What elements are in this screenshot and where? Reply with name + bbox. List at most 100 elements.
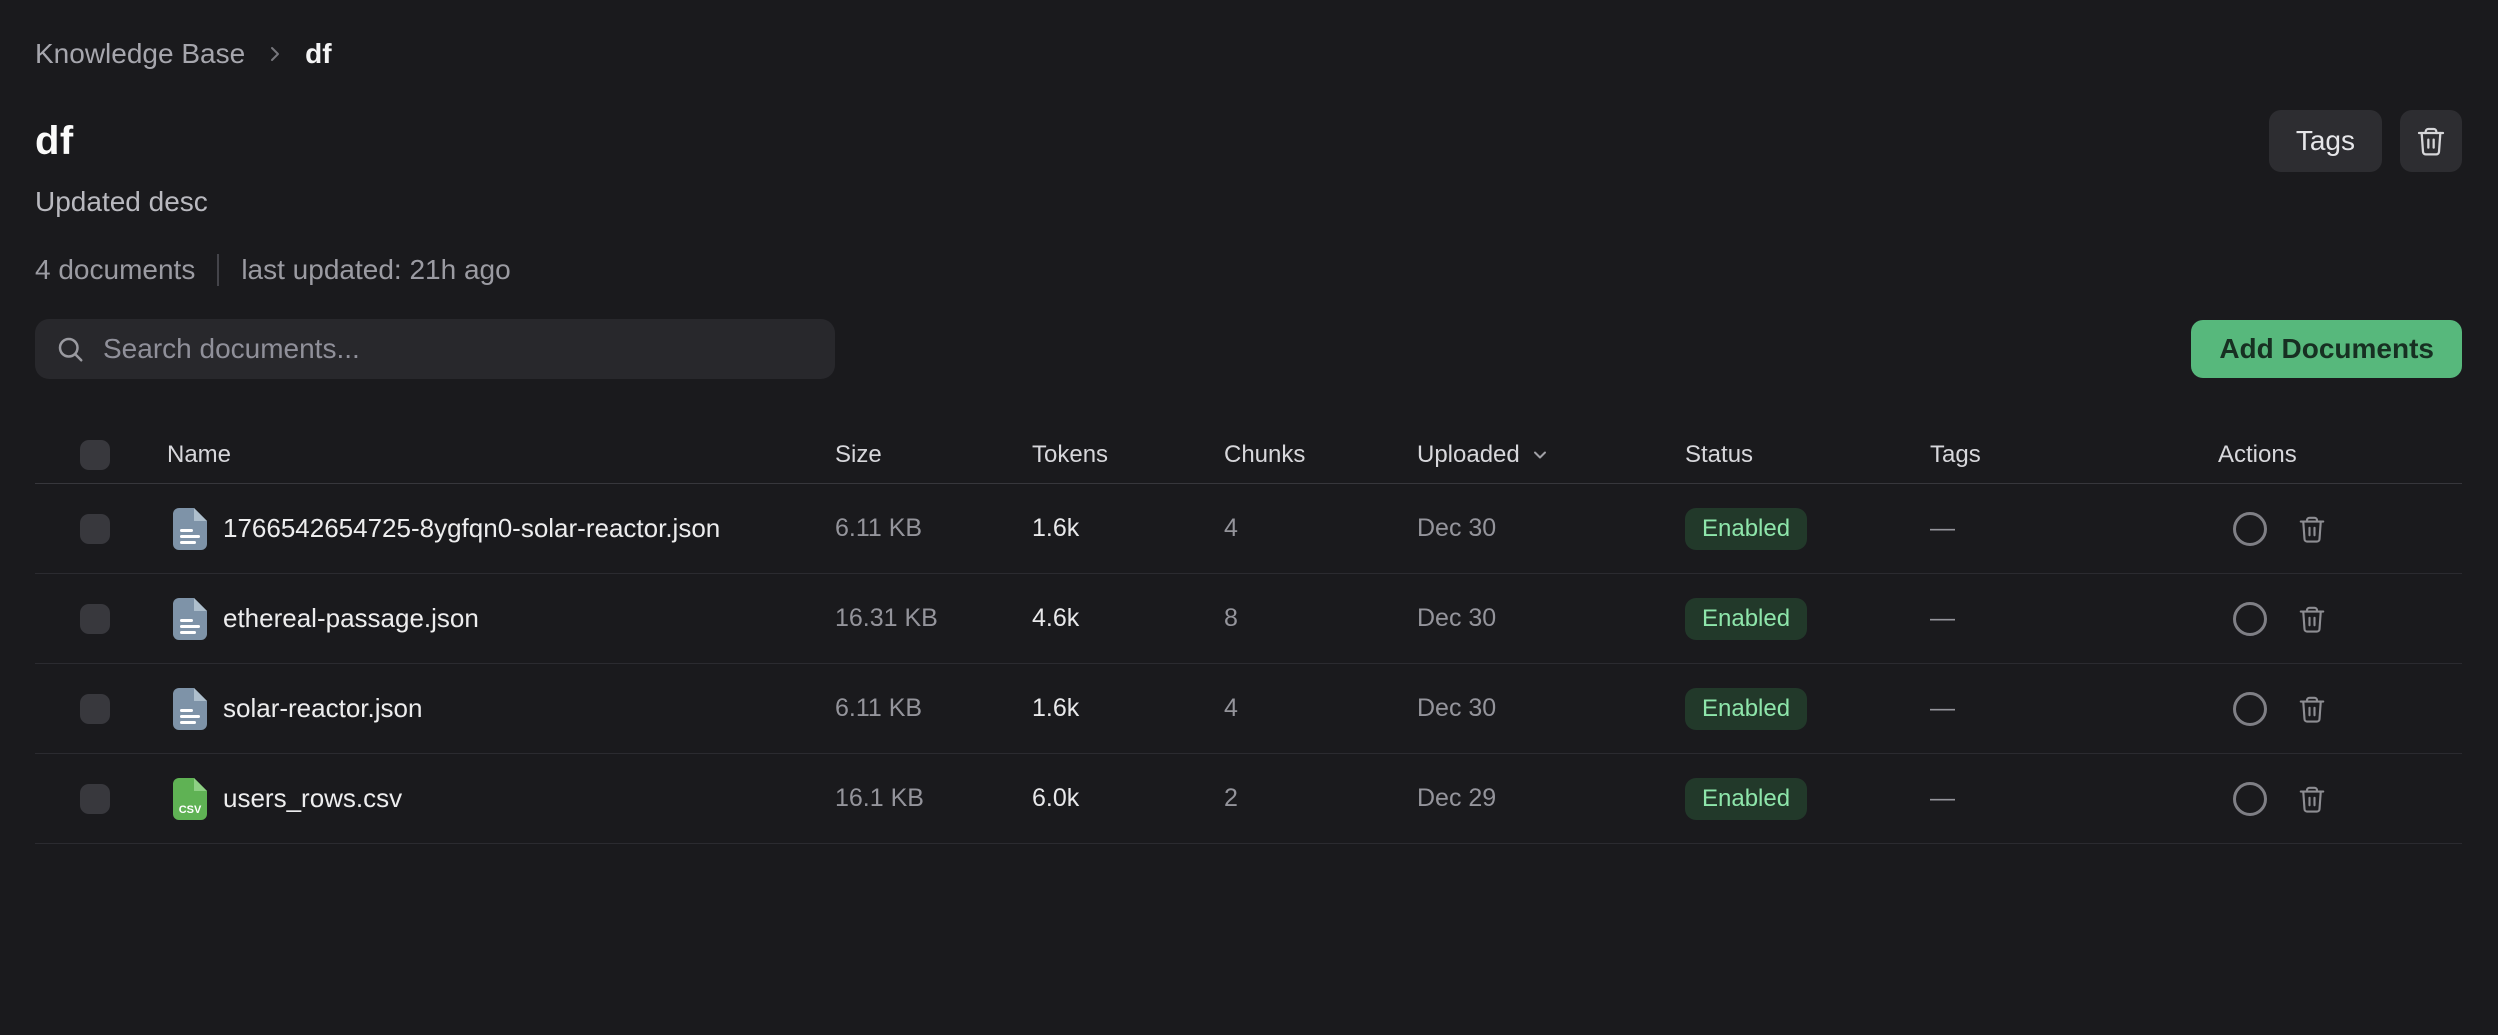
tags-button[interactable]: Tags — [2269, 110, 2382, 172]
documents-count: 4 documents — [35, 254, 195, 286]
document-name-cell[interactable]: CSV ethereal-passage.json — [167, 598, 835, 640]
row-checkbox-cell — [35, 514, 167, 544]
title-actions: Tags — [2269, 110, 2462, 172]
document-name[interactable]: solar-reactor.json — [223, 693, 422, 724]
json-file-icon — [173, 688, 207, 730]
delete-document-icon[interactable] — [2297, 694, 2327, 724]
column-header-chunks[interactable]: Chunks — [1224, 441, 1417, 469]
column-header-size[interactable]: Size — [835, 441, 1032, 469]
row-checkbox-cell — [35, 604, 167, 634]
tokens-cell: 1.6k — [1032, 514, 1224, 543]
document-name-cell[interactable]: CSV 1766542654725-8ygfqn0-solar-reactor.… — [167, 508, 835, 550]
row-checkbox-cell — [35, 694, 167, 724]
knowledge-base-page: Knowledge Base df df Tags Updated desc 4… — [0, 38, 2498, 844]
circle-status-icon[interactable] — [2233, 602, 2267, 636]
meta-divider — [217, 254, 219, 286]
size-cell: 6.11 KB — [835, 514, 1032, 543]
table-row: CSV users_rows.csv 16.1 KB 6.0k 2 Dec 29… — [35, 754, 2462, 844]
document-name[interactable]: ethereal-passage.json — [223, 603, 479, 634]
tokens-cell: 4.6k — [1032, 604, 1224, 633]
row-checkbox-cell — [35, 784, 167, 814]
document-name[interactable]: 1766542654725-8ygfqn0-solar-reactor.json — [223, 513, 720, 544]
column-header-tags[interactable]: Tags — [1930, 441, 2218, 469]
tokens-cell: 1.6k — [1032, 694, 1224, 723]
actions-cell — [2218, 692, 2462, 726]
row-checkbox[interactable] — [80, 694, 110, 724]
delete-document-icon[interactable] — [2297, 784, 2327, 814]
delete-knowledge-base-button[interactable] — [2400, 110, 2462, 172]
status-cell: Enabled — [1685, 508, 1930, 550]
kb-description: Updated desc — [35, 186, 2462, 218]
uploaded-cell: Dec 30 — [1417, 514, 1685, 543]
json-file-icon — [173, 598, 207, 640]
table-body: CSV 1766542654725-8ygfqn0-solar-reactor.… — [35, 484, 2462, 844]
page-title: df — [35, 119, 74, 164]
chevron-right-icon — [263, 42, 287, 66]
breadcrumb-knowledge-base-link[interactable]: Knowledge Base — [35, 38, 245, 70]
size-cell: 6.11 KB — [835, 694, 1032, 723]
row-checkbox[interactable] — [80, 784, 110, 814]
document-name[interactable]: users_rows.csv — [223, 783, 402, 814]
select-all-checkbox[interactable] — [80, 440, 110, 470]
svg-text:CSV: CSV — [179, 804, 202, 816]
uploaded-cell: Dec 30 — [1417, 604, 1685, 633]
tags-cell: — — [1930, 694, 2218, 723]
json-file-icon — [173, 508, 207, 550]
chunks-cell: 2 — [1224, 784, 1417, 813]
trash-icon — [2415, 125, 2447, 157]
table-header-row: Name Size Tokens Chunks Uploaded Status … — [35, 426, 2462, 484]
table-row: CSV ethereal-passage.json 16.31 KB 4.6k … — [35, 574, 2462, 664]
status-badge: Enabled — [1685, 778, 1807, 820]
delete-document-icon[interactable] — [2297, 514, 2327, 544]
search-input[interactable] — [101, 332, 815, 366]
row-checkbox[interactable] — [80, 604, 110, 634]
breadcrumb-current: df — [305, 38, 331, 70]
tokens-cell: 6.0k — [1032, 784, 1224, 813]
documents-table: Name Size Tokens Chunks Uploaded Status … — [35, 426, 2462, 844]
toolbar: Add Documents — [35, 319, 2462, 379]
chunks-cell: 8 — [1224, 604, 1417, 633]
status-badge: Enabled — [1685, 688, 1807, 730]
actions-cell — [2218, 512, 2462, 546]
column-header-tokens[interactable]: Tokens — [1032, 441, 1224, 469]
uploaded-cell: Dec 29 — [1417, 784, 1685, 813]
circle-status-icon[interactable] — [2233, 692, 2267, 726]
row-checkbox[interactable] — [80, 514, 110, 544]
meta-line: 4 documents last updated: 21h ago — [35, 254, 2462, 286]
title-row: df Tags — [35, 110, 2462, 172]
column-header-uploaded[interactable]: Uploaded — [1417, 441, 1685, 469]
actions-cell — [2218, 782, 2462, 816]
column-header-uploaded-label: Uploaded — [1417, 441, 1520, 469]
status-cell: Enabled — [1685, 598, 1930, 640]
breadcrumb: Knowledge Base df — [35, 38, 2462, 70]
column-header-actions: Actions — [2218, 441, 2462, 469]
circle-status-icon[interactable] — [2233, 512, 2267, 546]
circle-status-icon[interactable] — [2233, 782, 2267, 816]
last-updated: last updated: 21h ago — [241, 254, 510, 286]
size-cell: 16.31 KB — [835, 604, 1032, 633]
status-badge: Enabled — [1685, 598, 1807, 640]
document-name-cell[interactable]: CSV solar-reactor.json — [167, 688, 835, 730]
tags-cell: — — [1930, 784, 2218, 813]
search-bar — [35, 319, 835, 379]
chevron-down-icon — [1530, 445, 1550, 465]
table-row: CSV 1766542654725-8ygfqn0-solar-reactor.… — [35, 484, 2462, 574]
table-row: CSV solar-reactor.json 6.11 KB 1.6k 4 De… — [35, 664, 2462, 754]
search-icon — [55, 334, 85, 364]
column-header-name[interactable]: Name — [167, 441, 835, 469]
status-cell: Enabled — [1685, 778, 1930, 820]
column-header-status[interactable]: Status — [1685, 441, 1930, 469]
add-documents-button[interactable]: Add Documents — [2191, 320, 2462, 378]
status-badge: Enabled — [1685, 508, 1807, 550]
tags-cell: — — [1930, 514, 2218, 543]
tags-cell: — — [1930, 604, 2218, 633]
select-all-cell — [35, 440, 167, 470]
status-cell: Enabled — [1685, 688, 1930, 730]
actions-cell — [2218, 602, 2462, 636]
document-name-cell[interactable]: CSV users_rows.csv — [167, 778, 835, 820]
uploaded-cell: Dec 30 — [1417, 694, 1685, 723]
delete-document-icon[interactable] — [2297, 604, 2327, 634]
csv-file-icon: CSV — [173, 778, 207, 820]
size-cell: 16.1 KB — [835, 784, 1032, 813]
chunks-cell: 4 — [1224, 694, 1417, 723]
